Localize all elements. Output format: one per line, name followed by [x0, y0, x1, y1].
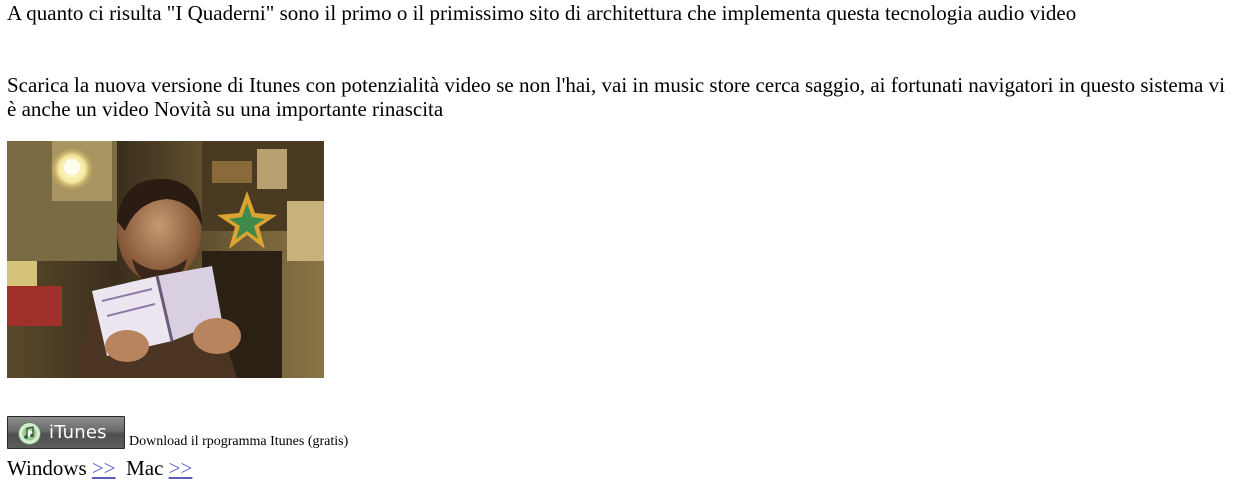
windows-download-link[interactable]: >> — [92, 456, 116, 480]
page: A quanto ci risulta "I Quaderni" sono il… — [0, 0, 1237, 480]
mac-download-link[interactable]: >> — [169, 456, 193, 480]
itunes-download-caption: Download il rpogramma Itunes (gratis) — [129, 434, 349, 449]
itunes-badge-label: iTunes — [49, 422, 107, 443]
intro-paragraph: A quanto ci risulta "I Quaderni" sono il… — [7, 1, 1077, 25]
itunes-instructions-paragraph: Scarica la nuova versione di Itunes con … — [7, 73, 1225, 121]
windows-label: Windows — [7, 456, 87, 480]
platform-downloads: Windows >> Mac >> — [7, 456, 192, 480]
itunes-download-row: iTunes Download il rpogramma Itunes (gra… — [7, 416, 907, 450]
itunes-badge-button[interactable]: iTunes — [7, 416, 125, 449]
mac-label: Mac — [126, 456, 164, 480]
itunes-disc-icon — [18, 422, 41, 445]
video-still-image — [7, 141, 324, 378]
